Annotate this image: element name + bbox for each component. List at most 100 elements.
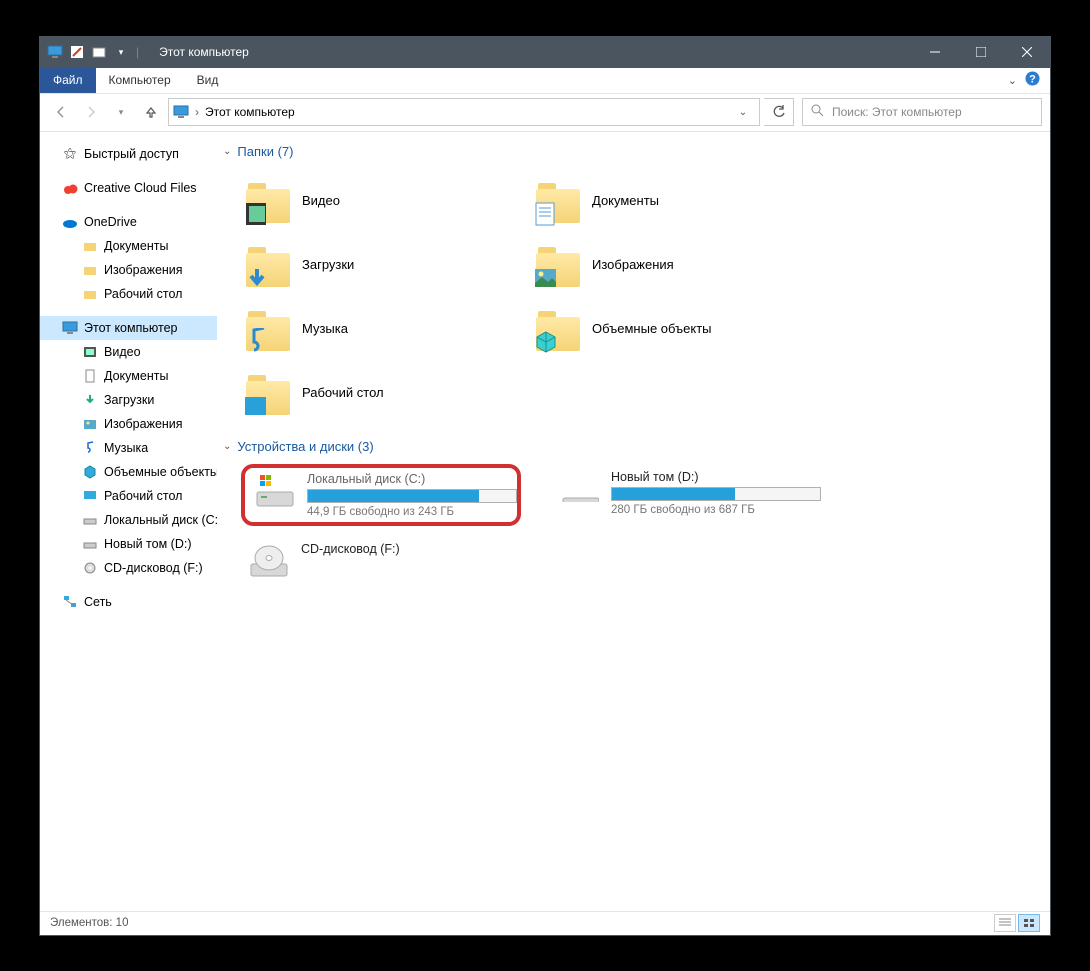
sidebar-label: Этот компьютер: [84, 321, 177, 335]
folder-icon: [82, 262, 98, 278]
address-dropdown-icon[interactable]: ⌄: [731, 100, 755, 124]
new-folder-icon[interactable]: [90, 43, 108, 61]
this-pc-icon: [62, 320, 78, 336]
folder-music[interactable]: Музыка: [241, 297, 501, 361]
sidebar-label: Документы: [104, 369, 168, 383]
breadcrumb-this-pc[interactable]: Этот компьютер: [205, 105, 295, 119]
folder-icon: [82, 286, 98, 302]
sidebar-item-onedrive-pictures[interactable]: Изображения: [40, 258, 217, 282]
ribbon-tabs: Файл Компьютер Вид ⌄ ?: [40, 68, 1050, 94]
drive-f[interactable]: CD-дисковод (F:): [241, 536, 521, 588]
sidebar-item-disk-f[interactable]: CD-дисковод (F:): [40, 556, 217, 580]
recent-dropdown-icon[interactable]: ▾: [108, 99, 134, 125]
group-title: Устройства и диски (3): [237, 439, 373, 454]
desktop-icon: [82, 488, 98, 504]
folder-icon: [244, 177, 292, 225]
sidebar-item-3d-objects[interactable]: Объемные объекты: [40, 460, 217, 484]
folder-3d-objects[interactable]: Объемные объекты: [531, 297, 791, 361]
drive-usage-fill: [308, 490, 479, 502]
explorer-window: ▾ | Этот компьютер Файл Компьютер Вид ⌄ …: [40, 37, 1050, 935]
chevron-down-icon: ⌄: [223, 441, 231, 452]
sidebar-item-onedrive[interactable]: OneDrive: [40, 210, 217, 234]
onedrive-icon: [62, 214, 78, 230]
sidebar-item-desktop[interactable]: Рабочий стол: [40, 484, 217, 508]
minimize-button[interactable]: [912, 37, 958, 68]
folder-label: Документы: [592, 193, 659, 208]
sidebar-item-disk-c[interactable]: Локальный диск (C:): [40, 508, 217, 532]
cd-drive-icon: [247, 542, 291, 582]
view-details-button[interactable]: [994, 914, 1016, 932]
sidebar-item-music[interactable]: Музыка: [40, 436, 217, 460]
folder-icon: [82, 238, 98, 254]
window-title: Этот компьютер: [159, 45, 912, 59]
sidebar-item-videos[interactable]: Видео: [40, 340, 217, 364]
sidebar-label: OneDrive: [84, 215, 137, 229]
folder-icon: [534, 241, 582, 289]
this-pc-icon: [173, 104, 189, 120]
sidebar-item-onedrive-desktop[interactable]: Рабочий стол: [40, 282, 217, 306]
sidebar-item-onedrive-documents[interactable]: Документы: [40, 234, 217, 258]
sidebar-item-disk-d[interactable]: Новый том (D:): [40, 532, 217, 556]
sidebar-item-quick-access[interactable]: ⚝Быстрый доступ: [40, 142, 217, 166]
sidebar-label: Видео: [104, 345, 141, 359]
tab-computer[interactable]: Компьютер: [96, 68, 184, 93]
refresh-button[interactable]: [764, 98, 794, 126]
tab-view[interactable]: Вид: [184, 68, 232, 93]
search-icon: [811, 104, 824, 120]
folder-label: Рабочий стол: [302, 385, 384, 400]
folder-label: Изображения: [592, 257, 674, 272]
address-bar[interactable]: › Этот компьютер ⌄: [168, 98, 760, 126]
chevron-right-icon[interactable]: ›: [195, 105, 199, 119]
forward-button[interactable]: [78, 99, 104, 125]
cube-icon: [82, 464, 98, 480]
sidebar-label: Изображения: [104, 263, 183, 277]
group-header-devices[interactable]: ⌄ Устройства и диски (3): [221, 435, 1046, 458]
drive-d[interactable]: Новый том (D:) 280 ГБ свободно из 687 ГБ: [551, 464, 831, 526]
drive-c[interactable]: Локальный диск (C:) 44,9 ГБ свободно из …: [241, 464, 521, 526]
drive-label: Локальный диск (C:): [307, 472, 517, 486]
sidebar-item-creative-cloud[interactable]: Creative Cloud Files: [40, 176, 217, 200]
back-button[interactable]: [48, 99, 74, 125]
ribbon-expand-icon[interactable]: ⌄: [1008, 74, 1017, 87]
folder-documents[interactable]: Документы: [531, 169, 791, 233]
properties-icon[interactable]: [68, 43, 86, 61]
drive-free-text: 44,9 ГБ свободно из 243 ГБ: [307, 506, 517, 518]
search-placeholder: Поиск: Этот компьютер: [832, 105, 962, 119]
content-pane: ⌄ Папки (7) Видео Документы Загрузки: [217, 132, 1050, 911]
view-large-icons-button[interactable]: [1018, 914, 1040, 932]
navigation-bar: ▾ › Этот компьютер ⌄ Поиск: Этот компьют…: [40, 94, 1050, 132]
star-icon: ⚝: [62, 146, 78, 162]
folder-pictures[interactable]: Изображения: [531, 233, 791, 297]
folder-icon: [244, 305, 292, 353]
sidebar-label: Рабочий стол: [104, 287, 182, 301]
sidebar-item-pictures[interactable]: Изображения: [40, 412, 217, 436]
drive-icon: [557, 470, 601, 510]
maximize-button[interactable]: [958, 37, 1004, 68]
tab-file[interactable]: Файл: [40, 68, 96, 93]
help-icon[interactable]: ?: [1025, 71, 1040, 89]
close-button[interactable]: [1004, 37, 1050, 68]
sidebar-label: Сеть: [84, 595, 112, 609]
cd-drive-icon: [82, 560, 98, 576]
folder-downloads[interactable]: Загрузки: [241, 233, 501, 297]
drive-icon: [82, 536, 98, 552]
sidebar-label: Creative Cloud Files: [84, 181, 197, 195]
search-input[interactable]: Поиск: Этот компьютер: [802, 98, 1042, 126]
sidebar-item-network[interactable]: Сеть: [40, 590, 217, 614]
folder-label: Загрузки: [302, 257, 354, 272]
folder-videos[interactable]: Видео: [241, 169, 501, 233]
sidebar-item-documents[interactable]: Документы: [40, 364, 217, 388]
sidebar-label: Рабочий стол: [104, 489, 182, 503]
up-button[interactable]: [138, 99, 164, 125]
folder-desktop[interactable]: Рабочий стол: [241, 361, 501, 425]
status-item-count: Элементов: 10: [50, 917, 128, 929]
music-icon: [82, 440, 98, 456]
group-header-folders[interactable]: ⌄ Папки (7): [221, 140, 1046, 163]
titlebar[interactable]: ▾ | Этот компьютер: [40, 37, 1050, 68]
drive-label: CD-дисковод (F:): [301, 542, 515, 556]
qat-dropdown-icon[interactable]: ▾: [112, 43, 130, 61]
sidebar-item-downloads[interactable]: Загрузки: [40, 388, 217, 412]
network-icon: [62, 594, 78, 610]
sidebar-label: Изображения: [104, 417, 183, 431]
sidebar-item-this-pc[interactable]: Этот компьютер: [40, 316, 217, 340]
